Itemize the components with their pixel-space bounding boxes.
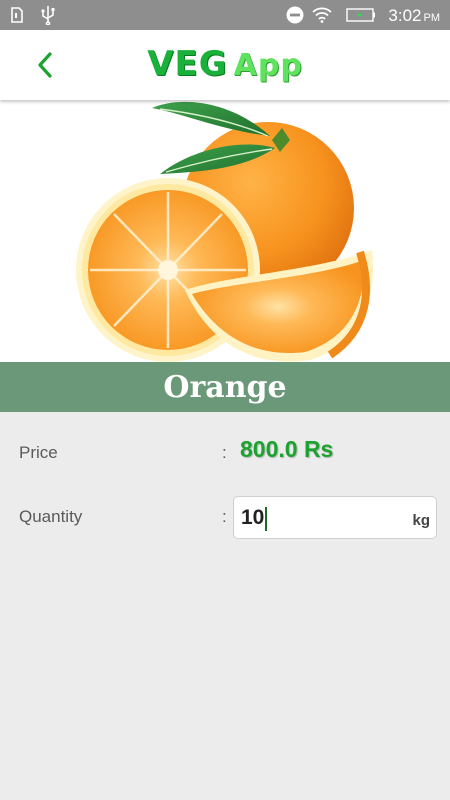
- battery-icon: [345, 0, 377, 30]
- quantity-input[interactable]: [234, 497, 404, 538]
- sim-icon: [10, 0, 24, 30]
- do-not-disturb-icon: [284, 0, 306, 30]
- app-title-part2: App: [233, 48, 303, 83]
- wifi-icon: [311, 0, 333, 30]
- product-name: Orange: [163, 369, 287, 405]
- product-name-band: Orange: [0, 362, 450, 412]
- usb-icon: [38, 0, 58, 30]
- app-title-part1: VEG: [147, 44, 228, 84]
- app-title: VEG App: [0, 44, 450, 84]
- app-bar: VEG App: [0, 30, 450, 100]
- text-cursor: [265, 507, 267, 531]
- quantity-label: Quantity: [19, 507, 83, 526]
- leaf: [152, 101, 270, 136]
- price-value: 800.0 Rs: [240, 436, 334, 462]
- price-colon: :: [222, 443, 227, 462]
- status-bar: 3:02 PM: [0, 0, 450, 30]
- quantity-field[interactable]: kg: [233, 496, 437, 539]
- quantity-unit: kg: [412, 512, 430, 529]
- product-image: [0, 100, 450, 362]
- quantity-colon: :: [222, 507, 227, 526]
- price-label: Price: [19, 443, 58, 462]
- status-time: 3:02 PM: [388, 6, 440, 25]
